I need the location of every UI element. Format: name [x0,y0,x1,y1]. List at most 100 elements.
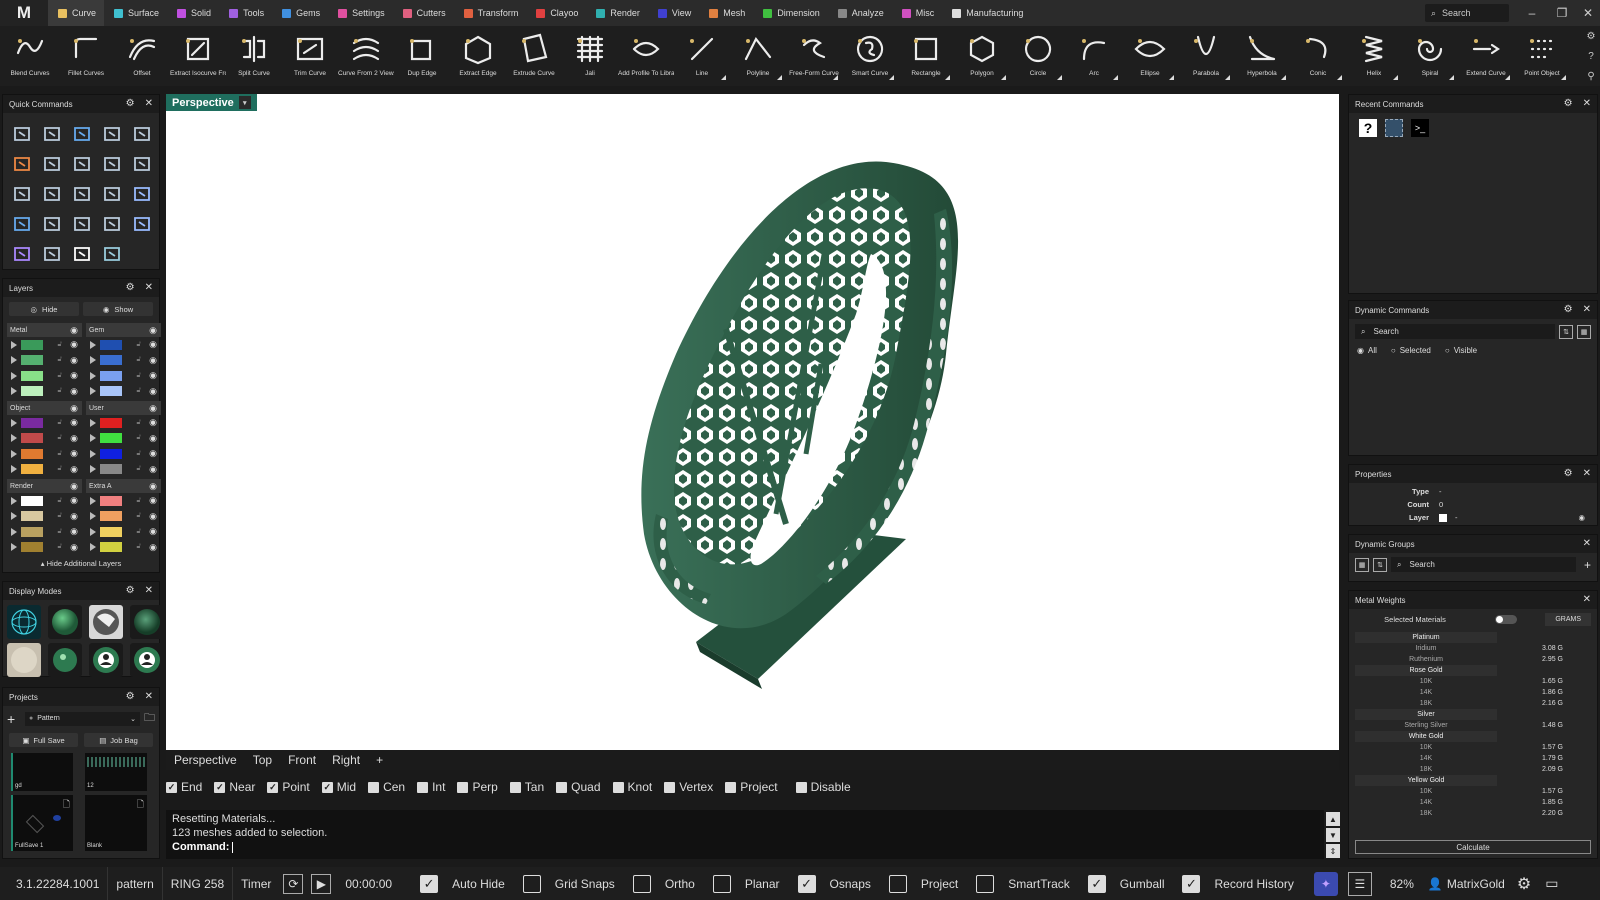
eye-icon[interactable]: ◉ [149,403,157,414]
checkbox[interactable] [457,781,469,793]
eye-icon[interactable]: ◉ [149,325,157,336]
layer-row[interactable]: 🔓︎ ◉ [7,353,82,369]
layer-color-swatch[interactable] [100,526,122,537]
close-icon[interactable]: ✕ [1583,538,1591,549]
layer-row[interactable]: 🔓︎ ◉ [7,384,82,400]
filter-radio-visible[interactable]: ○ Visible [1445,346,1477,355]
layer-color-swatch[interactable] [21,370,43,381]
layer-row[interactable]: 🔓︎ ◉ [86,337,161,353]
eye-icon[interactable]: ◉ [149,481,157,492]
quick-group-icon[interactable] [67,119,97,147]
user-mode-1-icon[interactable] [89,643,123,677]
expand-arrow-icon[interactable] [11,356,17,365]
layer-row[interactable]: 🔓︎ ◉ [86,431,161,447]
checkbox[interactable]: ✓ [267,781,279,793]
project-thumbnail[interactable]: 🗋 FullSave 1 [11,795,73,851]
trim-curve-tool[interactable]: Trim Curve [282,26,338,86]
eye-icon[interactable]: ◉ [70,526,78,537]
lock-icon[interactable]: 🔓︎ [57,387,62,395]
layer-color-swatch[interactable] [100,417,122,428]
current-layer-label[interactable]: pattern [108,867,163,900]
expand-arrow-icon[interactable] [90,356,96,365]
eye-icon[interactable]: ◉ [149,339,157,350]
eye-icon[interactable]: ◉ [149,417,157,428]
osnap-project[interactable]: Project [725,780,778,794]
lock-icon[interactable]: 🔓︎ [57,419,62,427]
quick-pick-icon[interactable] [127,209,157,237]
lock-icon[interactable]: 🔓︎ [57,497,62,505]
layer-group-header[interactable]: Gem ◉ [86,323,161,337]
layer-color-swatch[interactable] [100,386,122,397]
layer-color-swatch[interactable] [100,370,122,381]
filter-radio-all[interactable]: ◉ All [1357,346,1377,355]
eye-icon[interactable]: ◉ [149,526,157,537]
quick-ring-icon[interactable] [127,179,157,207]
lock-icon[interactable]: 🔓︎ [57,372,62,380]
job-bag-button[interactable]: ▤ Job Bag [84,733,153,747]
lock-icon[interactable]: 🔓︎ [57,434,62,442]
ellipse-tool[interactable]: Ellipse [1122,26,1178,86]
menu-tab-solid[interactable]: Solid [167,0,219,26]
expand-icon[interactable]: ⇕ [1326,844,1340,858]
lock-icon[interactable]: 🔓︎ [57,341,62,349]
quick-undo-icon[interactable] [7,119,37,147]
selected-materials-toggle[interactable] [1495,615,1517,624]
polyline-tool[interactable]: Polyline [730,26,786,86]
offset-tool[interactable]: Offset [114,26,170,86]
play-timer-icon[interactable]: ▶ [311,873,332,894]
checkbox[interactable] [368,781,380,793]
expand-arrow-icon[interactable] [11,527,17,536]
technical-mode-icon[interactable] [48,643,82,677]
extend-curve-tool[interactable]: Extend Curve [1458,26,1514,86]
quick-rotate-icon[interactable] [97,119,127,147]
toggle-project[interactable]: Project [888,874,958,893]
project-thumbnail[interactable]: 🗋 Blank [85,795,147,851]
conic-tool[interactable]: Conic [1290,26,1346,86]
checkbox[interactable] [612,781,624,793]
checkbox[interactable]: ✓ [321,781,333,793]
jali-tool[interactable]: Jali [562,26,618,86]
calendar-icon[interactable]: ▦ [1577,324,1591,339]
layer-row[interactable]: 🔓︎ ◉ [7,368,82,384]
menu-tab-misc[interactable]: Misc [892,0,943,26]
sort-icon[interactable]: ⇅ [1559,324,1573,339]
toggle-record-history[interactable]: ✓ Record History [1182,874,1294,893]
dynamic-search-input[interactable]: ⌕ Search [1355,324,1555,339]
spiral-tool[interactable]: Spiral [1402,26,1458,86]
quick-sphere-icon[interactable] [97,239,127,267]
checkbox[interactable]: ✓ [166,781,177,793]
expand-arrow-icon[interactable] [90,434,96,443]
layer-color-swatch[interactable] [21,542,43,553]
toggle-ortho[interactable]: Ortho [632,874,695,893]
eye-icon[interactable]: ◉ [70,355,78,366]
lock-icon[interactable]: 🔓︎ [57,543,62,551]
gear-icon[interactable]: ⚙ [1564,98,1573,109]
expand-arrow-icon[interactable] [90,340,96,349]
viewport-perspective[interactable] [166,94,1339,750]
help-command-icon[interactable]: ? [1359,119,1377,137]
toggle-grid-snaps[interactable]: Grid Snaps [522,874,615,893]
layer-color-swatch[interactable] [21,417,43,428]
close-icon[interactable]: ✕ [1583,304,1591,315]
layer-color-swatch[interactable] [100,448,122,459]
viewport-tab-top[interactable]: Top [253,753,272,767]
menu-tab-cutters[interactable]: Cutters [393,0,454,26]
layer-row[interactable]: 🔓︎ ◉ [86,415,161,431]
expand-arrow-icon[interactable] [11,465,17,474]
scroll-down-icon[interactable]: ▼ [1326,828,1340,842]
layer-color-swatch[interactable] [100,511,122,522]
menu-tab-analyze[interactable]: Analyze [828,0,892,26]
lock-icon[interactable]: 🔓︎ [136,497,141,505]
rendered-mode-icon[interactable] [130,605,164,639]
osnap-end[interactable]: ✓ End [166,780,202,794]
menu-tab-transform[interactable]: Transform [454,0,527,26]
checkbox[interactable]: ✓ [420,874,439,893]
layer-row[interactable]: 🔓︎ ◉ [86,524,161,540]
eye-icon[interactable]: ◉ [149,386,157,397]
expand-arrow-icon[interactable] [11,434,17,443]
global-search-input[interactable]: ⌕ Search [1425,4,1509,22]
lock-icon[interactable]: 🔓︎ [136,450,141,458]
settings-icon[interactable]: ⚙ [1587,31,1596,42]
expand-arrow-icon[interactable] [90,543,96,552]
viewport-tab-perspective[interactable]: Perspective [174,753,237,767]
